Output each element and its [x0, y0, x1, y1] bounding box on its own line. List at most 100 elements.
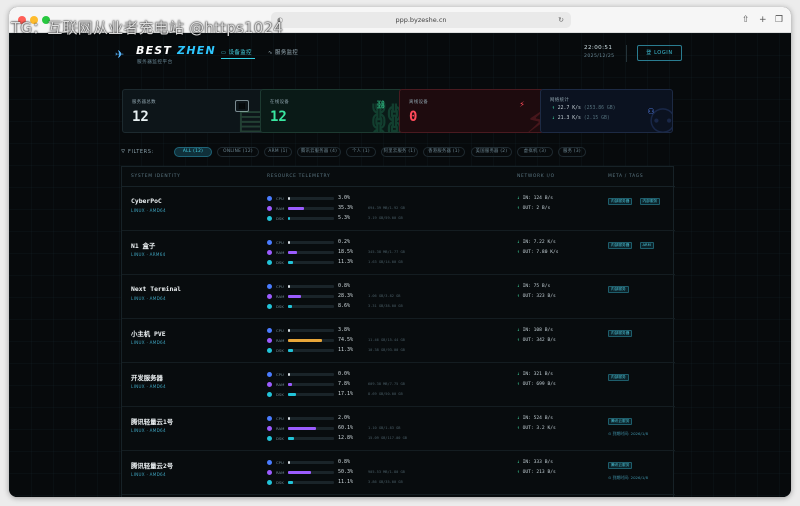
down-arrow-icon: ↓ [517, 372, 520, 377]
filter-chip[interactable]: 服务 (3) [558, 147, 586, 157]
server-tag[interactable]: 腾讯云服务 [608, 418, 633, 425]
stat-card-network: 网络统计 ↑ 22.7 K/s (253.86 GB) ↓ 21.3 K/s (… [540, 89, 673, 133]
table-row[interactable]: 小主机 PVE LINUX · AMD64 CPU 3.8% RAM 74.5% 11.46… [122, 319, 675, 363]
login-button[interactable]: 登 LOGIN [637, 45, 682, 61]
ram-detail: 1.10 GB/1.83 GB [368, 426, 401, 430]
dsk-meter: DSK 11.1% 3.86 GB/35.00 GB [267, 479, 417, 487]
column-header-resources[interactable]: RESOURCE TELEMETRY [267, 174, 330, 179]
ram-icon [267, 294, 272, 299]
dsk-bar-fill [288, 305, 292, 308]
server-name[interactable]: 腾讯轻量云1号 [131, 417, 173, 426]
brand-title[interactable]: BEST ZHEN [136, 44, 216, 57]
server-tag[interactable]: 内部服务器 [608, 242, 633, 249]
filter-chip[interactable]: 个人 (1) [346, 147, 376, 157]
server-tag[interactable]: ARM [639, 242, 654, 249]
ram-bar-fill [288, 207, 305, 210]
ram-bar [288, 471, 334, 474]
cpu-percent: 0.2% [338, 239, 351, 245]
server-name[interactable]: 开发服务器 [131, 373, 163, 382]
table-row[interactable]: CyberPoC LINUX · AMD64 CPU 3.0% RAM 35.3% 694.… [122, 187, 675, 231]
ram-icon [267, 382, 272, 387]
dsk-bar-fill [288, 217, 291, 220]
column-header-network[interactable]: NETWORK I/O [517, 174, 555, 179]
network-in: ↓ IN: 524 B/s [517, 416, 553, 421]
tab-overview-icon[interactable]: ❐ [775, 12, 783, 28]
ram-meter: RAM 74.5% 11.46 GB/15.44 GB [267, 337, 417, 345]
filter-chip[interactable]: ALL (12) [174, 147, 212, 157]
filter-chip[interactable]: 虚拟机 (3) [517, 147, 553, 157]
filter-chip[interactable]: 香港服务器 (1) [423, 147, 465, 157]
up-arrow-icon: ↑ [517, 382, 520, 387]
dsk-bar [288, 393, 334, 396]
server-tag[interactable]: 腾讯云服务 [608, 462, 633, 469]
stat-value: 0 [409, 109, 418, 125]
cpu-percent: 3.0% [338, 195, 351, 201]
column-header-system[interactable]: SYSTEM IDENTITY [131, 174, 180, 179]
ram-bar-fill [288, 471, 312, 474]
server-name[interactable]: 小主机 PVE [131, 329, 166, 338]
cpu-bar-fill [288, 329, 290, 332]
network-in: ↓ IN: 75 B/s [517, 284, 551, 289]
resource-label: DSK [276, 260, 284, 265]
server-os: LINUX · AMD64 [131, 428, 166, 433]
cpu-bar [288, 241, 334, 244]
filter-label: ⛛ FILTERS: [121, 149, 154, 155]
cpu-bar [288, 373, 334, 376]
up-arrow-icon: ↑ [517, 294, 520, 299]
table-row[interactable]: 腾讯轻量云1号 LINUX · AMD64 CPU 2.0% RAM 60.1% 1.10 … [122, 407, 675, 451]
server-name[interactable]: CyberPoC [131, 197, 162, 205]
server-tag[interactable]: 内部服务器 [608, 198, 633, 205]
tab-service-monitor[interactable]: ∿ 服务监控 [268, 48, 298, 56]
resource-label: CPU [276, 372, 284, 377]
link-decoration-icon: ⛓ [365, 102, 402, 132]
ram-icon [267, 426, 272, 431]
dsk-percent: 12.8% [338, 435, 354, 441]
server-name[interactable]: 腾讯轻量云2号 [131, 461, 173, 470]
dsk-bar [288, 437, 334, 440]
column-header-tags[interactable]: META / TAGS [608, 174, 643, 179]
ram-detail: 609.38 MB/7.75 GB [368, 382, 405, 386]
server-tag[interactable]: 内部服务 [608, 286, 629, 293]
table-row[interactable]: 腾讯轻量云2号 LINUX · AMD64 CPU 0.8% RAM 50.3% 905.5… [122, 451, 675, 495]
share-icon[interactable]: ⇧ [742, 12, 750, 28]
filter-bar: ⛛ FILTERS: ALL (12) ONLINE (12) ARM (1) 腾讯云… [119, 146, 679, 158]
server-name[interactable]: Next Terminal [131, 285, 181, 293]
expire-date: ⊙ 到期时间: 2026/1/8 [608, 431, 649, 436]
ram-icon [267, 338, 272, 343]
up-arrow-icon: ↑ [517, 206, 520, 211]
clock-time: 22:00:51 [584, 45, 613, 51]
dsk-detail: 3.86 GB/35.00 GB [368, 480, 403, 484]
server-tag[interactable]: 内部服务器 [608, 330, 633, 337]
filter-chip[interactable]: ONLINE (12) [217, 147, 259, 157]
dsk-detail: 15.09 GB/117.00 GB [368, 436, 407, 440]
ram-bar-fill [288, 383, 292, 386]
server-os: LINUX · AMD64 [131, 472, 166, 477]
dsk-detail: 3.31 GB/38.00 GB [368, 304, 403, 308]
ram-bar-fill [288, 251, 297, 254]
server-tag[interactable]: 内部服务 [639, 198, 661, 205]
table-row[interactable]: N1 盒子 LINUX · ARM64 CPU 0.2% RAM 18.5% 345.38 … [122, 231, 675, 275]
server-name[interactable]: N1 盒子 [131, 241, 155, 250]
cpu-percent: 0.0% [338, 371, 351, 377]
server-os: LINUX · AMD64 [131, 384, 166, 389]
server-tag[interactable]: 内部服务 [608, 374, 629, 381]
network-out: ↑ OUT: 7.80 K/s [517, 250, 559, 255]
tab-device-monitor[interactable]: ▭ 设备监控 [221, 48, 252, 56]
table-row[interactable]: 开发服务器 LINUX · AMD64 CPU 0.0% RAM 7.8% 609.38 M… [122, 363, 675, 407]
dsk-meter: DSK 8.6% 3.31 GB/38.00 GB [267, 303, 417, 311]
browser-window: ◐ ppp.byzeshe.cn ↻ ⇧ + ❐ TG：互联网从业者充电站 @h… [9, 7, 791, 497]
resource-label: RAM [276, 338, 285, 343]
ram-detail: 694.39 MB/1.92 GB [368, 206, 405, 210]
dsk-bar-fill [288, 481, 294, 484]
reload-icon[interactable]: ↻ [558, 12, 564, 28]
ram-bar [288, 251, 334, 254]
table-row[interactable]: Next Terminal LINUX · AMD64 CPU 0.8% RAM 28.3… [122, 275, 675, 319]
address-bar[interactable]: ◐ ppp.byzeshe.cn ↻ [271, 12, 571, 28]
dsk-bar-fill [288, 437, 294, 440]
new-tab-icon[interactable]: + [759, 12, 767, 28]
filter-chip[interactable]: 美国服务器 (2) [471, 147, 512, 157]
down-arrow-icon: ↓ [517, 460, 520, 465]
filter-chip[interactable]: ARM (1) [264, 147, 292, 157]
filter-chip[interactable]: 腾讯云服务器 (4) [297, 147, 341, 157]
filter-chip[interactable]: 阿里云服务 (1) [381, 147, 418, 157]
